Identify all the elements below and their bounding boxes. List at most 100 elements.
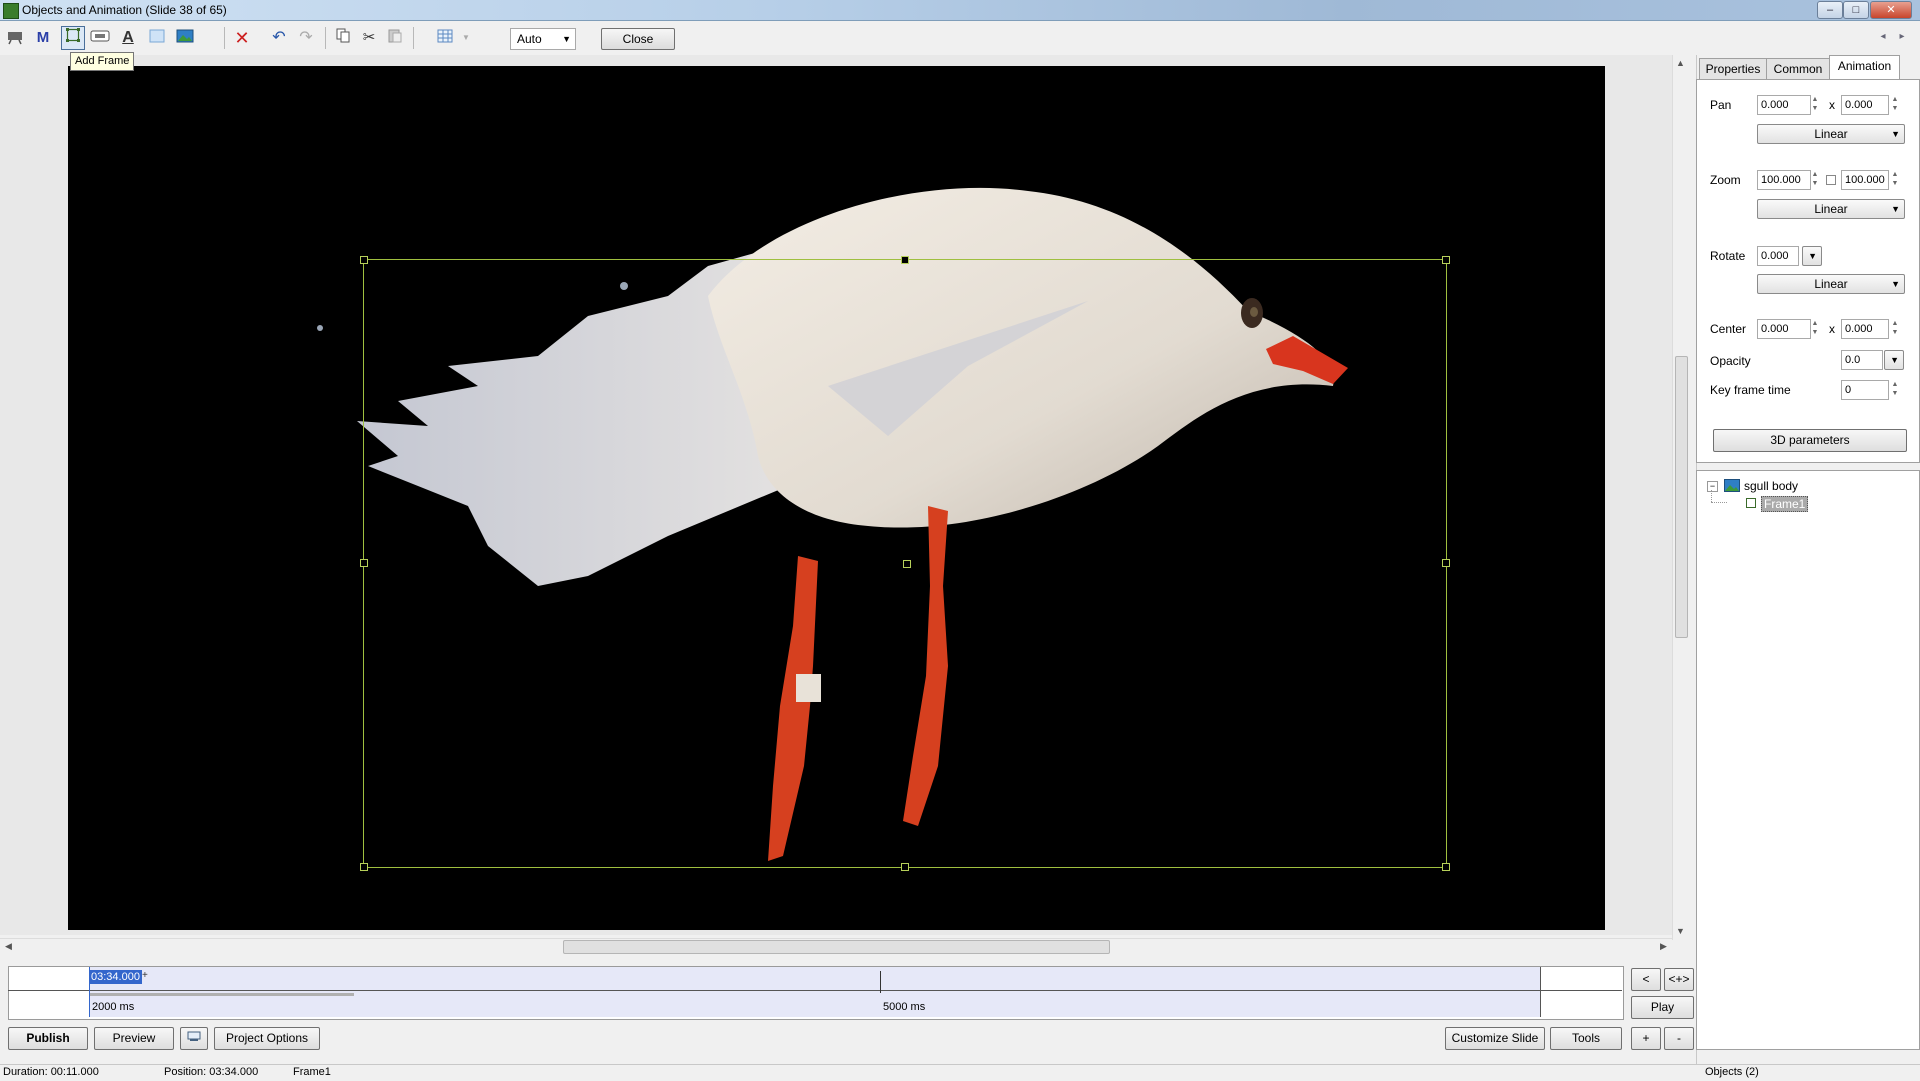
maximize-button[interactable]: □ — [1843, 1, 1869, 19]
resize-handle-tl[interactable] — [360, 256, 368, 264]
spinner-icon[interactable]: ▲ ▼ — [1888, 380, 1902, 398]
cut-icon[interactable]: ✂ — [358, 27, 380, 49]
status-duration: Duration: 00:11.000 — [3, 1066, 99, 1078]
nav-prev-icon[interactable]: ◂ — [1876, 30, 1890, 44]
resize-handle-br[interactable] — [1442, 863, 1450, 871]
x-separator: x — [1829, 98, 1835, 112]
redo-icon[interactable]: ↷ — [295, 27, 317, 49]
paste-icon[interactable] — [384, 27, 406, 49]
status-object: Frame1 — [293, 1066, 331, 1078]
rotate-interpolation-value: Linear — [1814, 277, 1848, 291]
tab-common[interactable]: Common — [1766, 58, 1830, 79]
copy-icon[interactable] — [332, 27, 354, 49]
vertical-scroll-thumb[interactable] — [1675, 356, 1688, 638]
zoom-y-input[interactable]: 100.000 — [1841, 170, 1889, 190]
title-bar: Objects and Animation (Slide 38 of 65) –… — [0, 0, 1920, 21]
align-mode-select[interactable]: Auto ▼ — [510, 28, 576, 50]
chevron-down-icon: ▼ — [1890, 355, 1899, 365]
center-x-input[interactable]: 0.000 — [1757, 319, 1811, 339]
add-button-icon[interactable] — [89, 27, 111, 49]
timeline-fit-button[interactable]: <+> — [1664, 968, 1694, 991]
chevron-down-icon: ▼ — [1891, 204, 1900, 214]
resize-handle-right[interactable] — [1442, 559, 1450, 567]
add-rectangle-icon[interactable] — [146, 27, 168, 49]
screen-icon[interactable] — [180, 1027, 208, 1050]
spinner-icon[interactable]: ▲ ▼ — [1888, 95, 1902, 113]
pan-x-input[interactable]: 0.000 — [1757, 95, 1811, 115]
scroll-right-icon[interactable]: ▶ — [1660, 941, 1667, 952]
nav-next-icon[interactable]: ▸ — [1895, 30, 1909, 44]
key-frame-time-input[interactable]: 0 — [1841, 380, 1889, 400]
horizontal-scroll-thumb[interactable] — [563, 940, 1110, 954]
pan-label: Pan — [1710, 98, 1732, 112]
spinner-icon[interactable]: ▲ ▼ — [1888, 170, 1902, 188]
toolbar-divider — [413, 27, 414, 49]
zoom-lock-checkbox[interactable] — [1826, 175, 1836, 185]
status-objects-count: Objects (2) — [1705, 1066, 1759, 1078]
spinner-icon[interactable]: ▲ ▼ — [1888, 319, 1902, 337]
resize-handle-bl[interactable] — [360, 863, 368, 871]
window-close-button[interactable]: ✕ — [1870, 1, 1912, 19]
timeline-add-keyframe[interactable]: + — [142, 970, 148, 981]
status-bar: Duration: 00:11.000 Position: 03:34.000 … — [0, 1064, 1920, 1081]
add-frame-icon[interactable] — [61, 26, 85, 50]
remove-button[interactable]: - — [1664, 1027, 1694, 1050]
spinner-icon[interactable]: ▲ ▼ — [1808, 170, 1822, 188]
resize-handle-tr[interactable] — [1442, 256, 1450, 264]
3d-parameters-button[interactable]: 3D parameters — [1713, 429, 1907, 452]
play-button[interactable]: Play — [1631, 996, 1694, 1019]
rotate-label: Rotate — [1710, 249, 1746, 263]
project-options-button[interactable]: Project Options — [214, 1027, 320, 1050]
add-mask-button[interactable]: M — [32, 27, 54, 49]
center-handle[interactable] — [903, 560, 911, 568]
timeline-prev-button[interactable]: < — [1631, 968, 1661, 991]
scroll-down-icon[interactable]: ▼ — [1676, 926, 1685, 936]
minimize-button[interactable]: – — [1817, 1, 1843, 19]
tab-properties[interactable]: Properties — [1699, 58, 1767, 79]
zoom-x-input[interactable]: 100.000 — [1757, 170, 1811, 190]
tree-item-frame1[interactable]: Frame1 — [1761, 496, 1809, 512]
rotate-interpolation-select[interactable]: Linear ▼ — [1757, 274, 1905, 294]
publish-button[interactable]: Publish — [8, 1027, 88, 1050]
undo-icon[interactable]: ↶ — [268, 27, 290, 49]
zoom-interpolation-select[interactable]: Linear ▼ — [1757, 199, 1905, 219]
tools-button[interactable]: Tools — [1550, 1027, 1622, 1050]
timeline-range[interactable] — [89, 967, 1540, 1017]
add-text-button[interactable]: A — [117, 27, 139, 49]
resize-handle-bottom[interactable] — [901, 863, 909, 871]
grid-dropdown-icon[interactable]: ▼ — [455, 27, 477, 49]
tooltip: Add Frame — [70, 52, 135, 71]
spinner-icon[interactable]: ▲ ▼ — [1808, 95, 1822, 113]
align-mode-value: Auto — [517, 32, 542, 46]
timeline-keyframe-marker[interactable] — [880, 971, 881, 993]
close-button[interactable]: Close — [601, 28, 675, 50]
customize-slide-button[interactable]: Customize Slide — [1445, 1027, 1545, 1050]
slide-icon[interactable] — [4, 27, 26, 49]
resize-handle-top[interactable] — [901, 256, 909, 264]
add-button[interactable]: + — [1631, 1027, 1661, 1050]
scroll-left-icon[interactable]: ◀ — [5, 941, 12, 952]
opacity-input[interactable]: 0.0 — [1841, 350, 1883, 370]
status-position: Position: 03:34.000 — [164, 1066, 259, 1078]
delete-icon[interactable]: ✕ — [231, 27, 253, 49]
timeline-end-marker — [1540, 967, 1541, 1017]
opacity-dropdown[interactable]: ▼ — [1884, 350, 1904, 370]
scroll-up-icon[interactable]: ▲ — [1676, 58, 1685, 68]
grid-icon[interactable] — [434, 27, 456, 49]
resize-handle-left[interactable] — [360, 559, 368, 567]
slide-canvas[interactable] — [68, 66, 1605, 930]
toolbar-divider — [224, 27, 225, 49]
spinner-icon[interactable]: ▲ ▼ — [1808, 319, 1822, 337]
pan-interpolation-select[interactable]: Linear ▼ — [1757, 124, 1905, 144]
chevron-down-icon: ▼ — [1808, 251, 1817, 261]
tab-animation[interactable]: Animation — [1829, 55, 1900, 80]
pan-y-input[interactable]: 0.000 — [1841, 95, 1889, 115]
rotate-input[interactable]: 0.000 — [1757, 246, 1799, 266]
object-tree — [1696, 470, 1920, 1050]
rotate-dropdown[interactable]: ▼ — [1802, 246, 1822, 266]
preview-button[interactable]: Preview — [94, 1027, 174, 1050]
tree-item-sgull-body[interactable]: sgull body — [1744, 479, 1798, 493]
add-image-icon[interactable] — [174, 27, 196, 49]
center-y-input[interactable]: 0.000 — [1841, 319, 1889, 339]
chevron-down-icon: ▼ — [1891, 129, 1900, 139]
